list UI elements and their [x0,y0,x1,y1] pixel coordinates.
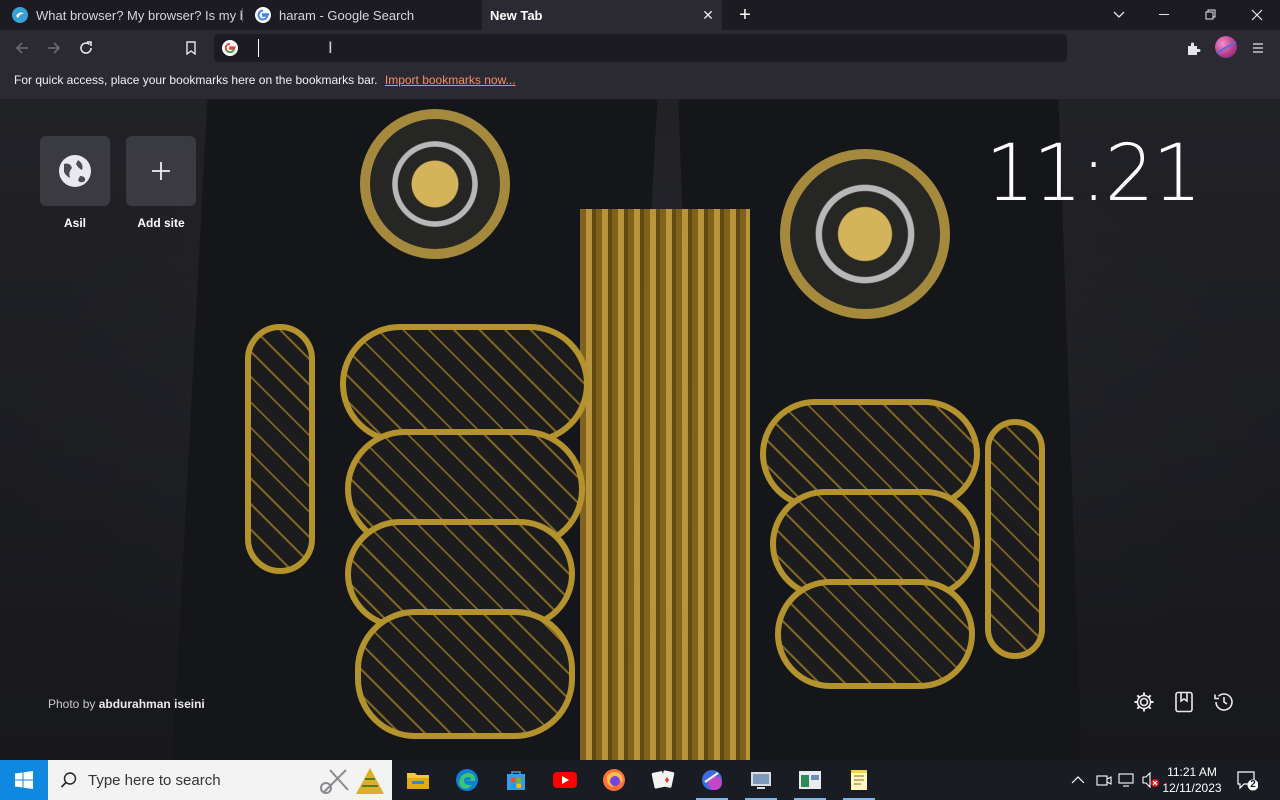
control-panel-icon[interactable] [790,764,830,800]
profile-avatar[interactable] [1215,36,1237,58]
bookmarks-bar: For quick access, place your bookmarks h… [0,66,1280,99]
forward-icon[interactable] [42,36,66,60]
taskbar-search-placeholder: Type here to search [88,771,221,789]
google-icon [255,7,271,23]
firefox-icon[interactable] [594,764,634,796]
wallpaper-golden-door [580,209,750,760]
bookmarks-bar-message: For quick access, place your bookmarks h… [14,73,378,87]
shortcut-label: Asil [63,216,86,230]
solitaire-icon[interactable] [643,764,683,796]
notepad-icon[interactable] [839,764,879,800]
tab-google-search[interactable]: haram - Google Search [243,0,481,30]
tab-title: haram - Google Search [279,7,415,23]
taskbar-time: 11:21 AM [1167,765,1217,779]
reload-icon[interactable] [74,36,98,60]
tab-title: New Tab [490,7,543,23]
tab-strip: What browser? My browser? Is my bro hara… [0,0,1280,30]
shortcut-tile-asil[interactable]: Asil [40,136,110,230]
restore-icon[interactable] [1188,0,1234,30]
taskbar-search-box[interactable]: Type here to search [48,760,392,800]
start-button[interactable] [0,760,48,800]
bookmarks-icon[interactable] [1174,691,1194,718]
plus-icon [152,162,170,180]
tab-new-tab[interactable]: New Tab ✕ [482,0,722,30]
close-window-icon[interactable] [1234,0,1280,30]
text-caret [258,39,259,57]
history-icon[interactable] [1213,691,1235,718]
navigation-toolbar: I [0,30,1280,66]
notification-count: 2 [1250,779,1256,790]
wallpaper-calligraphy-panel [340,324,590,444]
photo-credit-author[interactable]: abdurahman iseini [99,697,205,711]
youtube-icon[interactable] [545,764,585,796]
new-tab-button[interactable]: + [734,4,756,26]
taskbar-clock[interactable]: 11:21 AM 12/11/2023 [1160,764,1224,796]
wallpaper-medallion [780,149,950,319]
shortcut-tile-add-site[interactable]: Add site [126,136,196,230]
edge-icon[interactable] [447,764,487,796]
windows-logo-icon [15,771,33,789]
file-explorer-icon[interactable] [398,764,438,796]
wallpaper-medallion [360,109,510,259]
address-input[interactable] [250,38,1050,58]
search-highlight-icon [320,768,384,794]
microsoft-store-icon[interactable] [496,764,536,796]
wallpaper-calligraphy-panel [355,609,575,739]
wallpaper-calligraphy-panel [775,579,975,689]
tab-whatismybrowser[interactable]: What browser? My browser? Is my bro [0,0,242,30]
search-icon [60,772,77,788]
show-hidden-icons-icon[interactable] [1071,760,1085,800]
extensions-icon[interactable] [1182,36,1206,60]
address-bar[interactable]: I [214,34,1067,62]
wallpaper-calligraphy-panel [245,324,315,574]
import-bookmarks-link[interactable]: Import bookmarks now... [385,73,516,87]
taskbar-date: 12/11/2023 [1162,781,1222,795]
clock: 11:21 [985,129,1202,219]
minimize-icon[interactable] [1142,0,1188,30]
close-tab-icon[interactable]: ✕ [700,7,716,23]
whatismybrowser-icon [12,7,28,23]
volume-icon[interactable] [1142,760,1160,800]
bookmark-icon[interactable] [179,36,203,60]
windows-taskbar: Type here to search 11:21 AM 12/11/2023 … [0,760,1280,800]
wallpaper-calligraphy-panel [985,419,1045,659]
network-icon[interactable] [1118,760,1136,800]
mouse-cursor-icon: I [328,38,333,57]
back-icon[interactable] [10,36,34,60]
shortcut-tile-box[interactable] [40,136,110,206]
globe-icon [59,155,91,187]
shortcut-label: Add site [137,216,185,230]
meet-now-icon[interactable] [1096,760,1112,800]
screen-recorder-icon[interactable] [741,764,781,800]
menu-icon[interactable] [1246,36,1270,60]
notifications-icon[interactable]: 2 [1236,769,1259,791]
shortcut-tile-box[interactable] [126,136,196,206]
settings-icon[interactable] [1133,691,1155,718]
google-icon [222,40,238,56]
tab-title: What browser? My browser? Is my bro [36,7,242,23]
browser-app-icon[interactable] [692,764,732,800]
chevron-down-icon[interactable] [1096,0,1142,30]
new-tab-page: Asil Add site 11:21 Photo by abdurahman … [0,99,1280,760]
photo-credit-prefix: Photo by [48,697,96,711]
photo-credit[interactable]: Photo by abdurahman iseini [48,697,205,711]
